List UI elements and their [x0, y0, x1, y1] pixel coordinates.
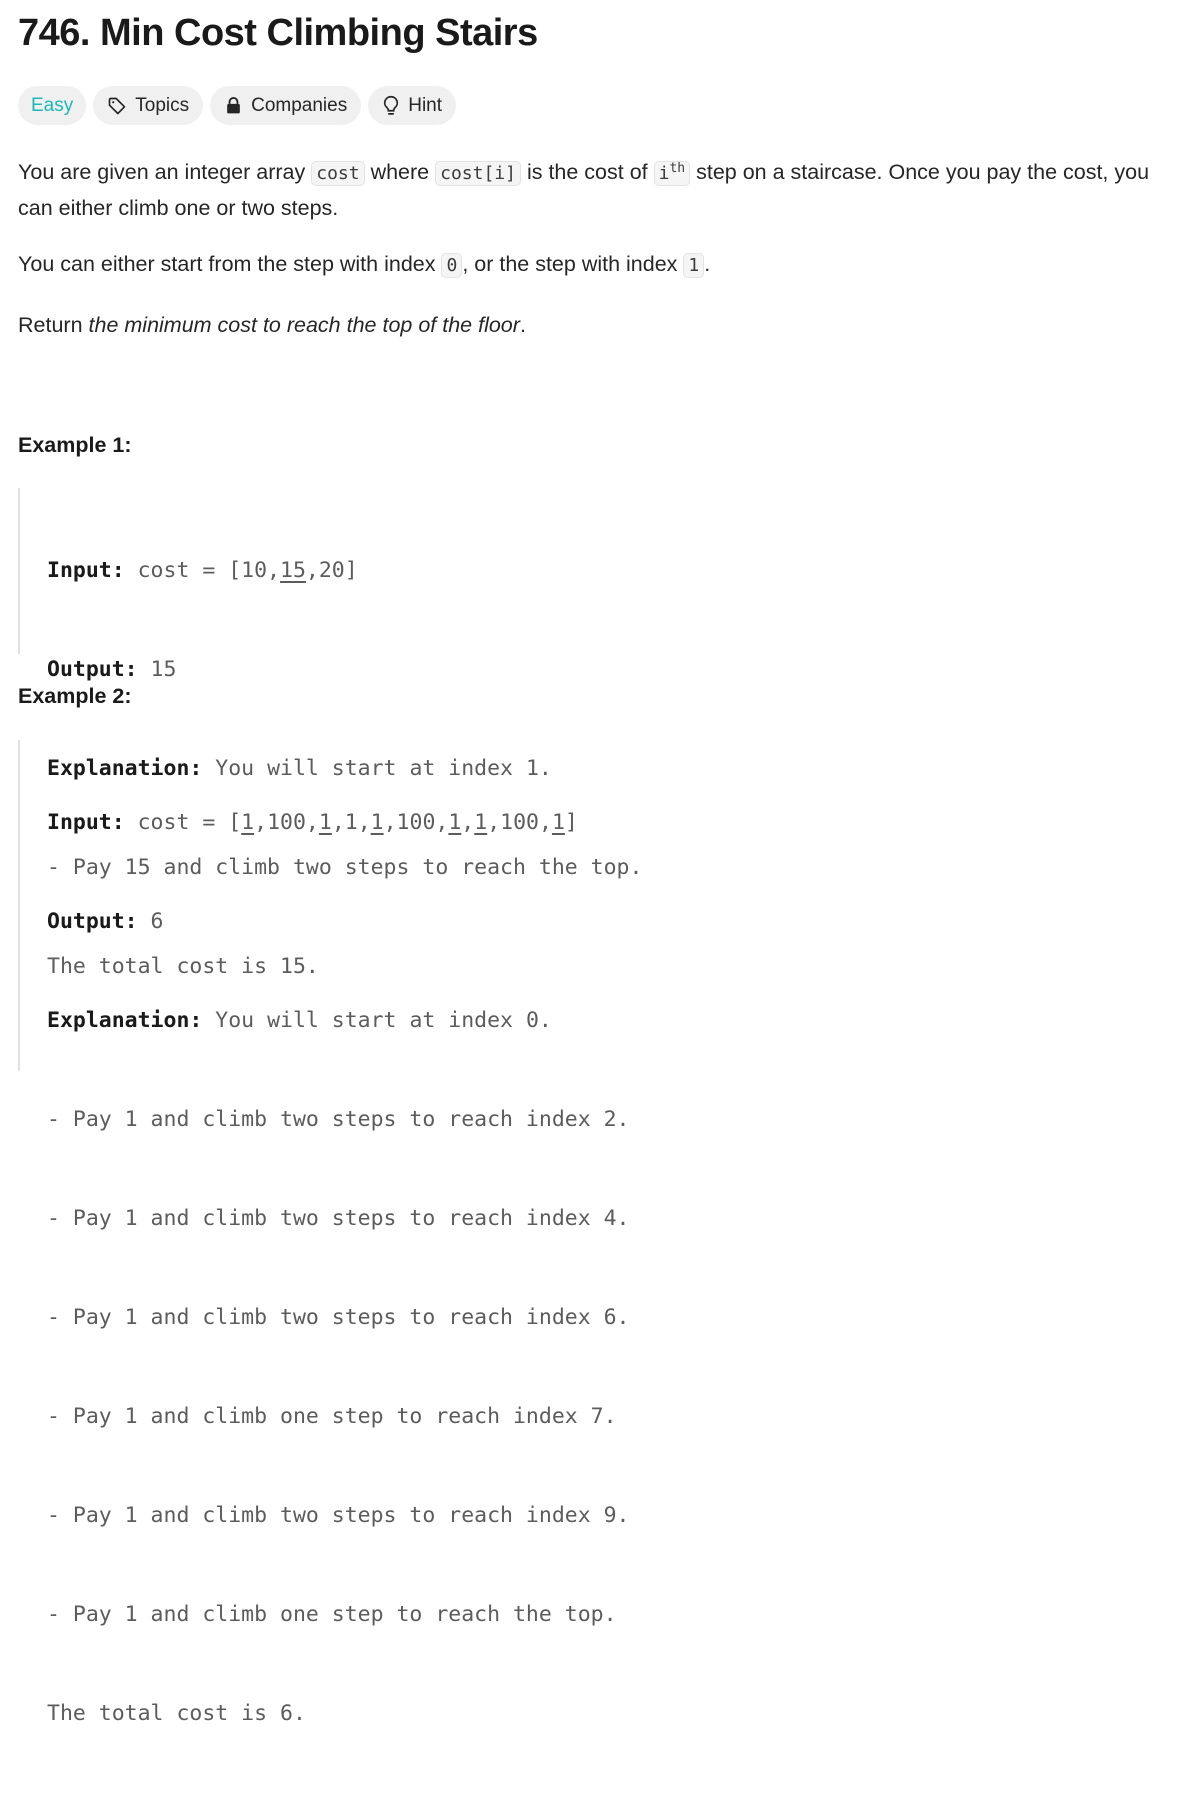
explanation-line: - Pay 1 and climb two steps to reach ind… [47, 1305, 630, 1330]
difficulty-badge: Easy [18, 86, 87, 125]
description-paragraph-3: Return the minimum cost to reach the top… [18, 308, 1183, 342]
input-text: ,1, [331, 810, 371, 835]
example-2-title: Example 2: [18, 684, 132, 708]
input-highlight: 1 [551, 810, 565, 835]
explanation-line: - Pay 1 and climb two steps to reach ind… [47, 1107, 630, 1132]
input-highlight: 1 [474, 810, 488, 835]
explanation-text: You will start at index 0. [202, 1008, 552, 1033]
text: You can either start from the step with … [18, 252, 442, 276]
example-input-line: Input: cost = [10,15,20] [47, 554, 642, 587]
explanation-line: - Pay 1 and climb two steps to reach ind… [47, 1503, 630, 1528]
input-label: Input: [47, 558, 125, 583]
example-2-block: Input: cost = [1,100,1,1,1,100,1,1,100,1… [18, 740, 629, 1726]
code-superscript: th [669, 161, 686, 176]
input-label: Input: [47, 810, 125, 835]
description-paragraph-2: You can either start from the step with … [18, 247, 1183, 283]
example-output-line: Output: 15 [47, 653, 642, 686]
text: . [704, 252, 711, 276]
tag-bar: Easy Topics Companies Hint [18, 86, 457, 125]
problem-title: 746. Min Cost Climbing Stairs [18, 12, 538, 54]
difficulty-label: Easy [31, 94, 74, 116]
input-highlight: 15 [280, 558, 306, 583]
example-1-block: Input: cost = [10,15,20] Output: 15 Expl… [18, 488, 642, 979]
example-input-line: Input: cost = [1,100,1,1,1,100,1,1,100,1… [47, 806, 629, 839]
explanation-line: - Pay 1 and climb one step to reach the … [47, 1602, 617, 1627]
explanation-line: - Pay 1 and climb two steps to reach ind… [47, 1206, 630, 1231]
example-explanation-line: Explanation: You will start at index 0. [47, 1004, 629, 1037]
tag-icon [107, 96, 127, 116]
lightbulb-icon [382, 95, 400, 116]
input-text: ,100, [383, 810, 449, 835]
lock-icon [224, 96, 243, 115]
input-text: cost = [10, [124, 558, 281, 583]
text: is the cost of [520, 160, 654, 184]
input-text: , [461, 810, 475, 835]
explanation-line: The total cost is 6. [47, 1701, 306, 1726]
output-value: 6 [137, 909, 164, 934]
inline-code: 0 [441, 253, 463, 278]
input-text: ] [564, 810, 578, 835]
code-base: i [658, 163, 670, 184]
inline-code: 1 [683, 253, 705, 278]
description-paragraph-1: You are given an integer array cost wher… [18, 152, 1183, 225]
output-label: Output: [47, 909, 138, 934]
input-text: cost = [ [124, 810, 242, 835]
inline-code: cost [311, 161, 365, 186]
input-text: ,20] [305, 558, 358, 583]
companies-button[interactable]: Companies [210, 86, 362, 125]
explanation-label: Explanation: [47, 1008, 203, 1033]
input-highlight: 1 [318, 810, 332, 835]
output-label: Output: [47, 657, 138, 682]
topics-button[interactable]: Topics [93, 86, 204, 125]
inline-code: cost[i] [435, 161, 521, 186]
hint-label: Hint [408, 94, 443, 116]
example-1-title: Example 1: [18, 433, 132, 457]
text: where [364, 160, 436, 184]
text: Return [18, 313, 89, 337]
inline-code: ith [653, 161, 691, 186]
input-highlight: 1 [370, 810, 384, 835]
explanation-line: - Pay 1 and climb one step to reach inde… [47, 1404, 617, 1429]
emphasis: the minimum cost to reach the top of the… [88, 313, 520, 337]
hint-button[interactable]: Hint [368, 86, 457, 125]
output-value: 15 [137, 657, 177, 682]
text: , or the step with index [462, 252, 684, 276]
input-text: ,100, [254, 810, 319, 835]
topics-label: Topics [135, 94, 190, 116]
input-highlight: 1 [448, 810, 462, 835]
input-text: ,100, [487, 810, 552, 835]
input-highlight: 1 [241, 810, 255, 835]
text: . [519, 313, 526, 337]
companies-label: Companies [251, 94, 348, 116]
example-output-line: Output: 6 [47, 905, 629, 938]
text: You are given an integer array [18, 160, 312, 184]
